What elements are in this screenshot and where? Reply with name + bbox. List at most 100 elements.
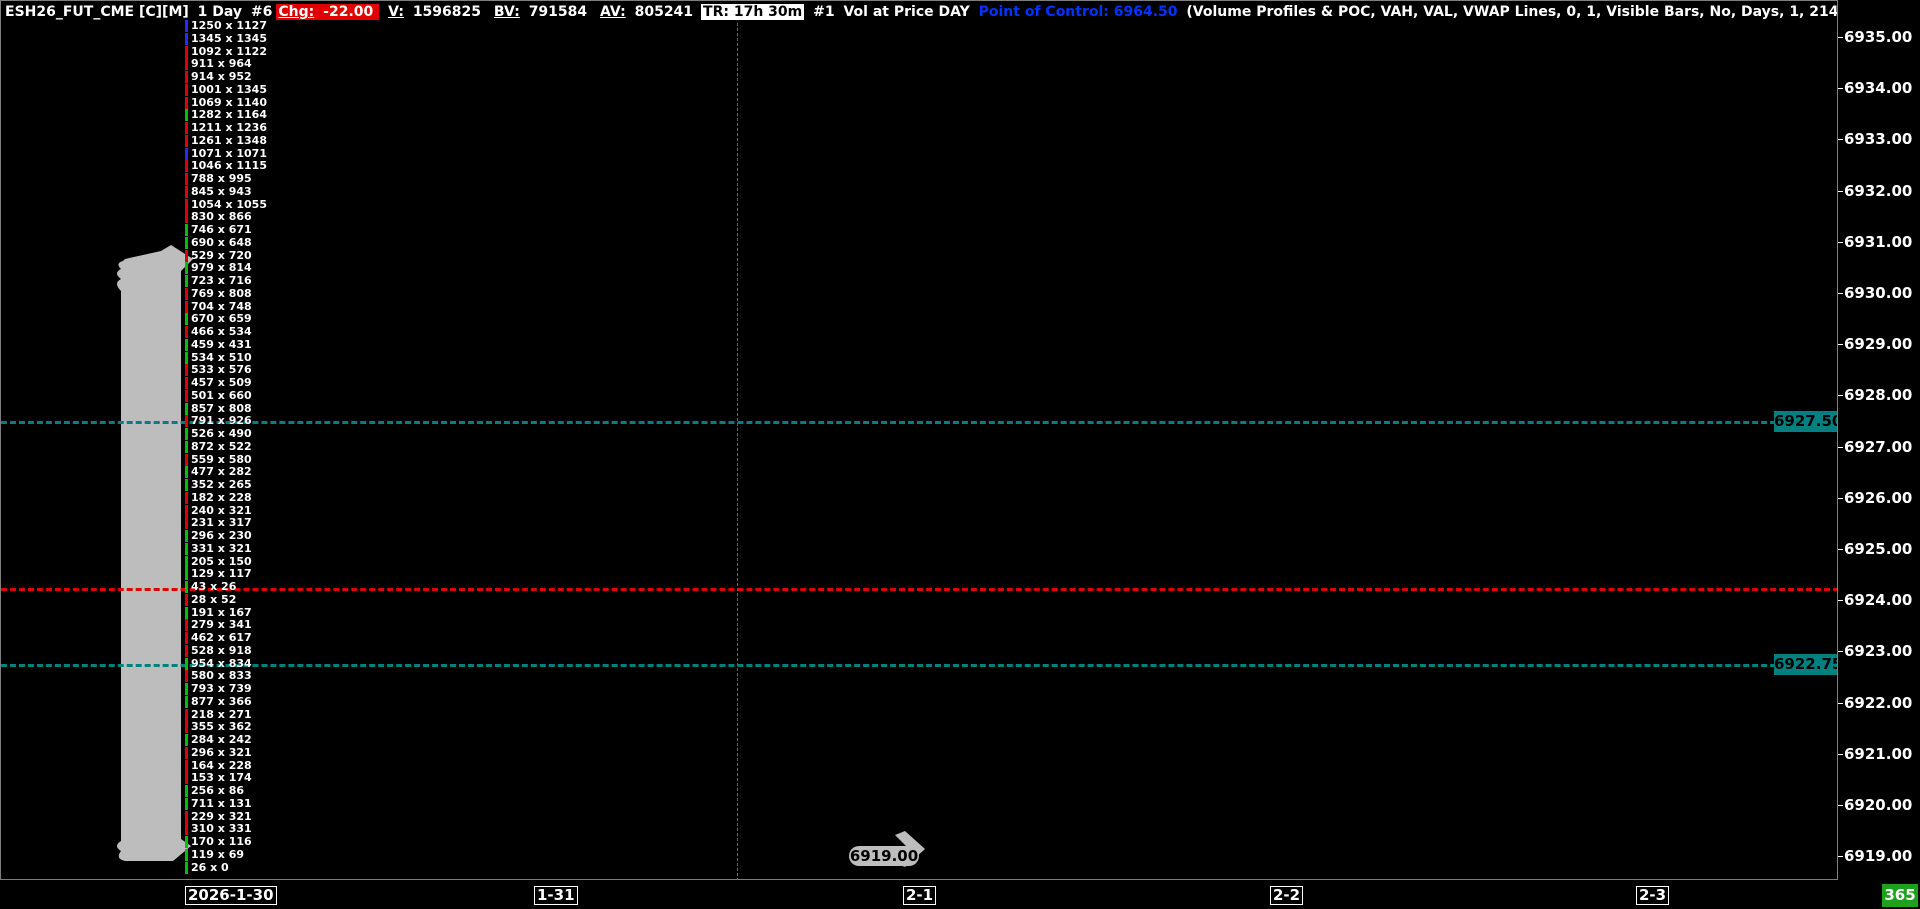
footprint-row: 43 x 26 [191, 580, 237, 593]
footprint-color-bar [185, 632, 188, 644]
footprint-row: 911 x 964 [191, 57, 252, 71]
price-tick-mark [1838, 88, 1843, 90]
chart-header: ESH26_FUT_CME [C][M] 1 Day #6 Chg: -22.00… [5, 3, 1837, 21]
footprint-row: 462 x 617 [191, 631, 252, 644]
footprint-row: 205 x 150 [191, 554, 252, 568]
footprint-row: 528 x 918 [191, 643, 252, 657]
footprint-color-bar [185, 593, 188, 606]
footprint-row: 769 x 808 [191, 286, 252, 300]
footprint-row: 331 x 321 [191, 541, 252, 555]
footprint-row: 791 x 926 [191, 414, 252, 428]
footprint-row: 457 x 509 [191, 376, 252, 389]
footprint-row: 1211 x 1236 [191, 121, 267, 134]
footprint-row: 979 x 814 [191, 261, 252, 275]
footprint-row: 704 x 748 [191, 299, 252, 313]
footprint-color-bar [185, 198, 188, 211]
price-tick-label: 6928.00 [1844, 386, 1913, 405]
footprint-row: 182 x 228 [191, 490, 252, 504]
price-tick-mark [1838, 805, 1843, 806]
price-axis[interactable]: 6935.00 6934.00 6933.00 6932.00 6931.00 6930.… [1838, 0, 1920, 880]
price-tick-mark [1838, 856, 1843, 858]
price-tick-mark [1838, 651, 1843, 653]
time-axis[interactable]: 2026-1-30 1-31 2-1 2-2 2-3 [0, 880, 1838, 909]
price-tick-mark [1838, 600, 1843, 602]
footprint-color-bar [185, 772, 188, 785]
price-tick-mark [1838, 190, 1843, 192]
footprint-color-bar [185, 836, 188, 848]
vah-line [1, 421, 1837, 424]
footprint-color-bar [185, 746, 188, 759]
price-tick-label: 6929.00 [1844, 335, 1913, 354]
footprint-row: 1261 x 1348 [191, 133, 267, 147]
footprint-row: 857 x 808 [191, 401, 252, 415]
footprint-row: 218 x 271 [191, 707, 252, 721]
footprint-color-bar [185, 58, 188, 71]
footprint-color-bar [185, 644, 188, 657]
footprint-color-bar [185, 236, 188, 249]
footprint-color-bar [185, 517, 188, 530]
footprint-row: 954 x 834 [191, 656, 252, 670]
footprint-color-bar [185, 338, 188, 351]
footprint-row: 296 x 230 [191, 529, 252, 542]
footprint-color-bar [185, 122, 188, 134]
volume-profile-body [117, 245, 193, 861]
footprint-row: 1092 x 1122 [191, 44, 267, 58]
footprint-row: 534 x 510 [191, 350, 252, 364]
footprint-row: 231 x 317 [191, 516, 252, 530]
footprint-color-bar [185, 453, 188, 466]
footprint-row: 788 x 995 [191, 172, 252, 185]
footprint-color-bar [185, 351, 188, 364]
footprint-color-bar [185, 670, 188, 683]
footprint-color-bar [185, 71, 188, 83]
footprint-color-bar [185, 479, 188, 491]
footprint-color-bar [185, 619, 188, 632]
price-tick-label: 6925.00 [1844, 540, 1913, 558]
footprint-row: 877 x 366 [191, 694, 252, 708]
volume-profile-shape [117, 245, 193, 861]
footprint-row: 1054 x 1055 [191, 197, 267, 211]
crosshair-vertical [737, 23, 738, 879]
price-tick-label: 6923.00 [1844, 642, 1913, 661]
footprint-color-bar [185, 415, 188, 428]
footprint-row: 526 x 490 [191, 427, 252, 440]
footprint-row: 119 x 69 [191, 847, 245, 861]
footprint-color-bar [185, 134, 188, 147]
footprint-color-bar [185, 20, 188, 32]
footprint-color-bar [185, 326, 188, 338]
price-tick-mark [1838, 241, 1843, 243]
footprint-color-bar [185, 160, 188, 173]
footprint-row: 1345 x 1345 [191, 31, 267, 45]
footprint-row: 459 x 431 [191, 337, 252, 351]
price-tick-label: 6926.00 [1844, 488, 1913, 507]
footprint-row: 256 x 86 [191, 784, 245, 797]
footprint-color-bar [185, 797, 188, 810]
price-tick-mark [1838, 395, 1843, 397]
footprint-row: 477 x 282 [191, 465, 252, 479]
footprint-color-bar [185, 734, 188, 746]
bid-volume-stat: BV: 791584 [493, 4, 588, 20]
footprint-row: 352 x 265 [191, 478, 252, 491]
footprint-color-bar [185, 224, 188, 236]
footprint-row: 559 x 580 [191, 452, 252, 466]
poc-line [1, 588, 1837, 591]
chart-area[interactable]: ESH26_FUT_CME [C][M] 1 Day #6 Chg: -22.00… [0, 0, 1838, 880]
volume-stat: V: 1596825 [388, 4, 482, 20]
price-tick-label: 6933.00 [1844, 130, 1913, 149]
symbol-name[interactable]: ESH26_FUT_CME [C][M] [5, 4, 189, 20]
footprint-row: 580 x 833 [191, 669, 252, 683]
period[interactable]: 1 Day [198, 4, 242, 20]
chart-number: #6 [250, 4, 273, 20]
footprint-color-bar [185, 657, 188, 670]
study-name[interactable]: Vol at Price DAY [843, 4, 969, 20]
footprint-row: 830 x 866 [191, 210, 252, 224]
footprint-row: 310 x 331 [191, 822, 252, 836]
price-tick-mark [1838, 702, 1843, 704]
ask-volume-stat: AV: 805241 [600, 4, 694, 20]
footprint-row: 746 x 671 [191, 223, 252, 236]
price-tick-mark [1838, 446, 1843, 448]
footprint-row: 670 x 659 [191, 312, 252, 326]
price-tick-mark [1838, 293, 1843, 294]
footprint-color-bar [185, 555, 188, 568]
footprint-color-bar [185, 262, 188, 275]
poc-text: Point of Control: 6964.50 [978, 4, 1178, 20]
